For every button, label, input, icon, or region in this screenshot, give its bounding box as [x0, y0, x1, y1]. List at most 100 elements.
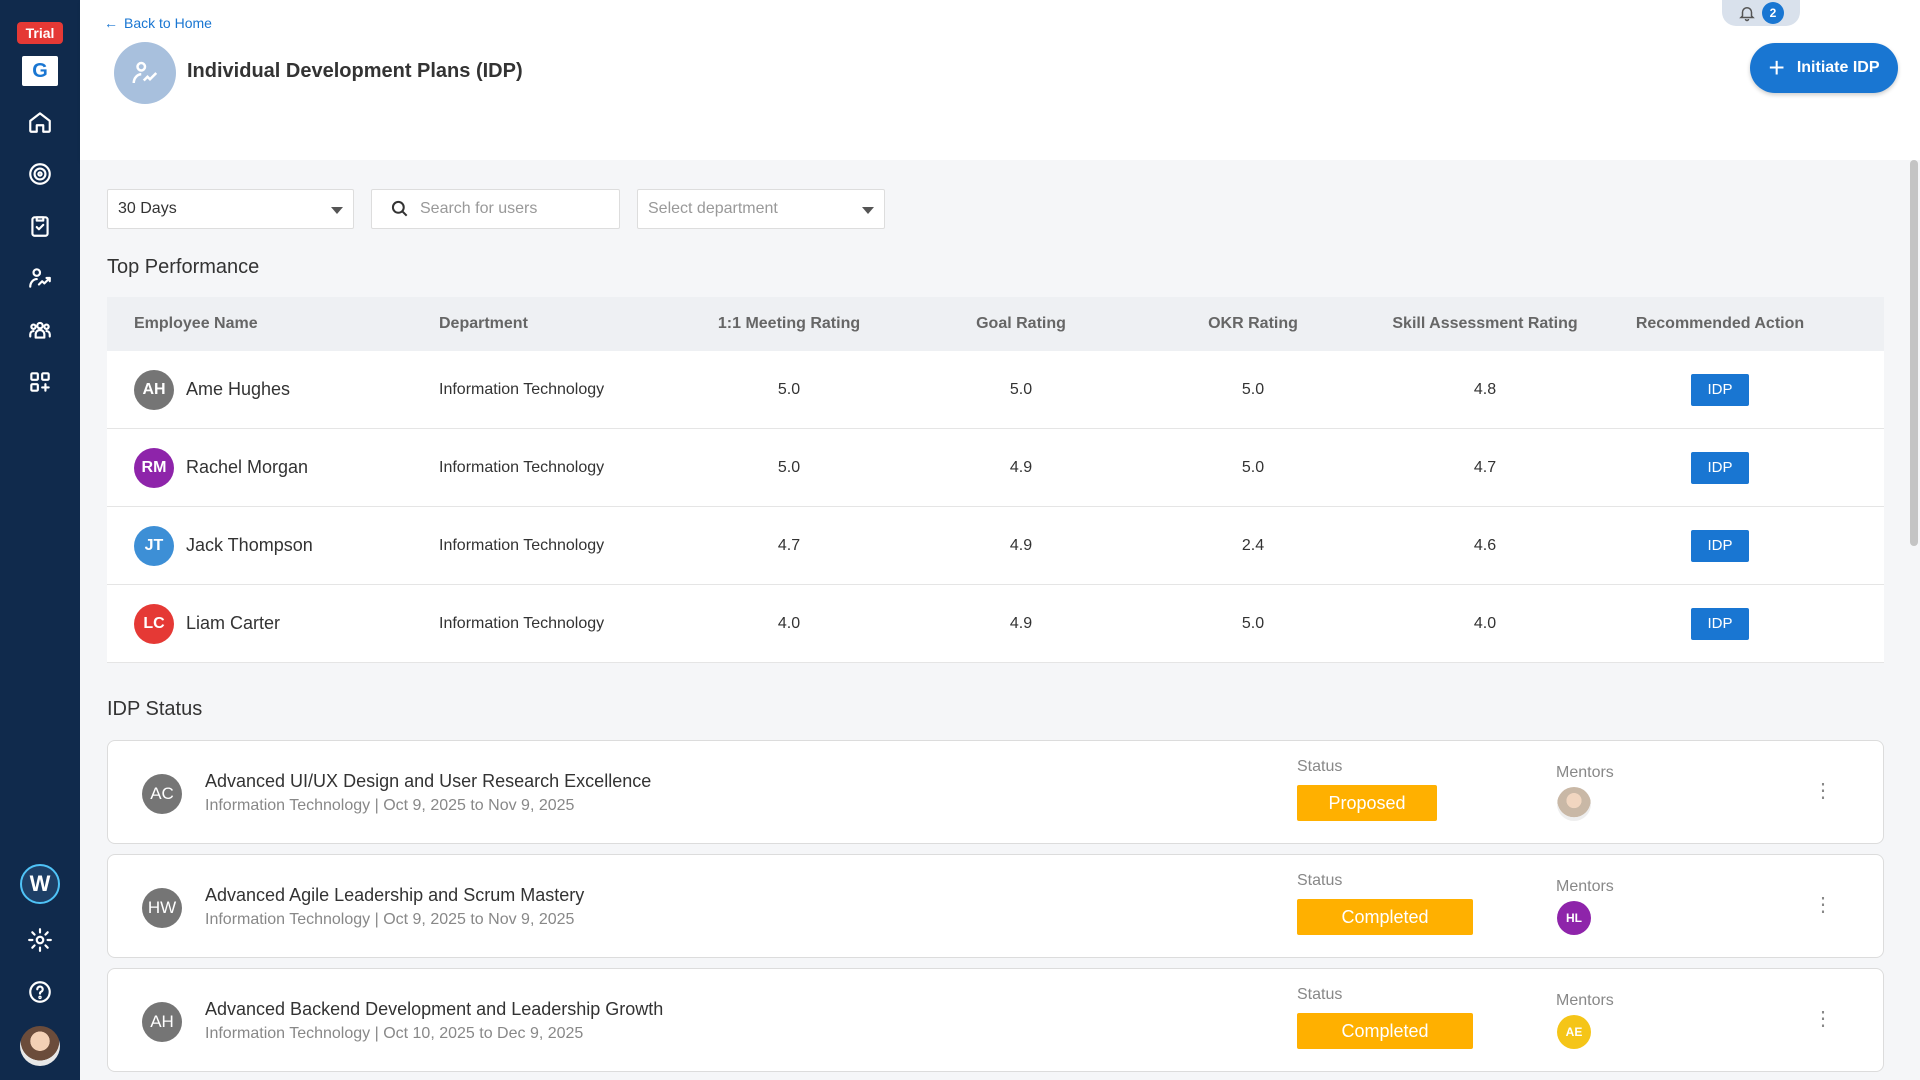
column-header: Employee Name [134, 315, 258, 332]
idp-status-card[interactable]: AH Advanced Backend Development and Leade… [107, 968, 1884, 1072]
employee-avatar: RM [134, 447, 174, 488]
employee-cell: RM Rachel Morgan [107, 447, 439, 488]
employee-avatar: JT [134, 525, 174, 566]
employee-name[interactable]: Jack Thompson [186, 535, 313, 556]
idp-card-title[interactable]: Advanced Agile Leadership and Scrum Mast… [205, 885, 584, 906]
status-badge: Completed [1297, 1013, 1473, 1049]
column-header: 1:1 Meeting Rating [717, 315, 861, 332]
goal-rating-cell: 4.9 [1009, 536, 1033, 554]
more-options-icon[interactable]: ⋮ [1813, 895, 1833, 915]
idp-icon[interactable] [14, 252, 66, 304]
mentor-avatar[interactable]: AE [1557, 1015, 1591, 1049]
column-header: OKR Rating [1208, 315, 1298, 332]
skill-rating-cell: 4.8 [1473, 380, 1497, 398]
employee-name[interactable]: Liam Carter [186, 613, 280, 634]
apps-icon[interactable] [14, 356, 66, 408]
skill-rating-cell: 4.6 [1473, 536, 1497, 554]
department-placeholder: Select department [648, 200, 778, 217]
action-cell: IDP [1605, 451, 1835, 484]
mentors-label: Mentors [1556, 764, 1614, 781]
employee-avatar: LC [134, 603, 174, 644]
okr-rating-cell: 5.0 [1241, 458, 1265, 476]
more-options-icon[interactable]: ⋮ [1813, 1009, 1833, 1029]
team-icon[interactable] [14, 304, 66, 356]
column-header: Recommended Action [1635, 315, 1805, 332]
department-select[interactable]: Select department [637, 189, 885, 229]
workspace-logo[interactable]: W [20, 864, 60, 904]
mentor-avatar[interactable]: HL [1557, 901, 1591, 935]
employee-name[interactable]: Ame Hughes [186, 379, 290, 400]
idp-action-button[interactable]: IDP [1691, 373, 1749, 406]
period-select-value: 30 Days [118, 200, 177, 217]
idp-action-button[interactable]: IDP [1691, 451, 1749, 484]
action-cell: IDP [1605, 607, 1835, 640]
target-icon[interactable] [14, 148, 66, 200]
okr-rating-cell: 2.4 [1241, 536, 1265, 554]
scrollbar[interactable] [1910, 160, 1918, 546]
caret-down-icon [331, 207, 343, 214]
notification-count-badge: 2 [1762, 2, 1784, 24]
help-icon[interactable] [14, 966, 66, 1018]
department-cell: Information Technology [439, 380, 605, 398]
goal-rating-cell: 5.0 [1009, 380, 1033, 398]
notifications-button[interactable]: 2 [1722, 0, 1800, 26]
main-content: 30 Days Search for users Select departme… [80, 160, 1920, 1080]
okr-rating-cell: 5.0 [1241, 614, 1265, 632]
idp-action-button[interactable]: IDP [1691, 529, 1749, 562]
back-link-label: Back to Home [124, 15, 212, 31]
table-row: LC Liam Carter Information Technology 4.0 4.… [107, 585, 1884, 663]
initiate-idp-button[interactable]: + Initiate IDP [1750, 43, 1898, 93]
idp-card-subtitle: Information Technology | Oct 10, 2025 to… [205, 1025, 584, 1042]
user-avatar[interactable] [20, 1026, 60, 1066]
caret-down-icon [862, 207, 874, 214]
bell-icon [1739, 7, 1755, 22]
filters-bar: 30 Days Search for users Select departme… [107, 189, 885, 229]
search-icon [391, 200, 408, 217]
search-placeholder: Search for users [420, 200, 538, 217]
initiate-idp-label: Initiate IDP [1796, 59, 1880, 76]
idp-card-title[interactable]: Advanced UI/UX Design and User Research … [205, 771, 651, 792]
settings-icon[interactable] [14, 914, 66, 966]
okr-rating-cell: 5.0 [1241, 380, 1265, 398]
employee-cell: LC Liam Carter [107, 603, 439, 644]
back-to-home-link[interactable]: ← Back to Home [104, 15, 212, 31]
status-badge: Proposed [1297, 785, 1437, 821]
table-body: AH Ame Hughes Information Technology 5.0 5.0… [107, 351, 1884, 663]
card-avatar: HW [142, 888, 182, 928]
table-header: Employee Name Department 1:1 Meeting Rat… [107, 297, 1884, 351]
status-label: Status [1297, 758, 1343, 775]
status-label: Status [1297, 872, 1343, 889]
page-title: Individual Development Plans (IDP) [187, 60, 523, 82]
idp-card-title[interactable]: Advanced Backend Development and Leaders… [205, 999, 663, 1020]
employee-cell: JT Jack Thompson [107, 525, 439, 566]
trial-badge: Trial [16, 22, 64, 44]
meeting-rating-cell: 4.7 [777, 536, 801, 554]
idp-status-card[interactable]: AC Advanced UI/UX Design and User Researc… [107, 740, 1884, 844]
period-select[interactable]: 30 Days [107, 189, 354, 229]
sidebar: Trial G W [0, 0, 80, 1080]
idp-action-button[interactable]: IDP [1691, 607, 1749, 640]
employee-name[interactable]: Rachel Morgan [186, 457, 308, 478]
top-performance-table: Employee Name Department 1:1 Meeting Rat… [107, 297, 1884, 663]
table-row: RM Rachel Morgan Information Technology 5.0… [107, 429, 1884, 507]
more-options-icon[interactable]: ⋮ [1813, 781, 1833, 801]
mentors-label: Mentors [1556, 992, 1614, 1009]
clipboard-check-icon[interactable] [14, 200, 66, 252]
idp-status-card[interactable]: HW Advanced Agile Leadership and Scrum Ma… [107, 854, 1884, 958]
idp-card-subtitle: Information Technology | Oct 9, 2025 to … [205, 911, 575, 928]
skill-rating-cell: 4.7 [1473, 458, 1497, 476]
search-users-input[interactable]: Search for users [371, 189, 620, 229]
meeting-rating-cell: 5.0 [777, 380, 801, 398]
home-icon[interactable] [14, 96, 66, 148]
column-header: Department [439, 315, 528, 332]
app-logo[interactable]: G [22, 56, 58, 86]
top-performance-title: Top Performance [107, 256, 260, 278]
idp-card-subtitle: Information Technology | Oct 9, 2025 to … [205, 797, 575, 814]
card-avatar: AC [142, 774, 182, 814]
mentors-label: Mentors [1556, 878, 1614, 895]
mentor-avatar[interactable] [1557, 787, 1591, 821]
department-cell: Information Technology [439, 536, 605, 554]
goal-rating-cell: 4.9 [1009, 614, 1033, 632]
status-badge: Completed [1297, 899, 1473, 935]
plus-icon: + [1768, 52, 1785, 83]
